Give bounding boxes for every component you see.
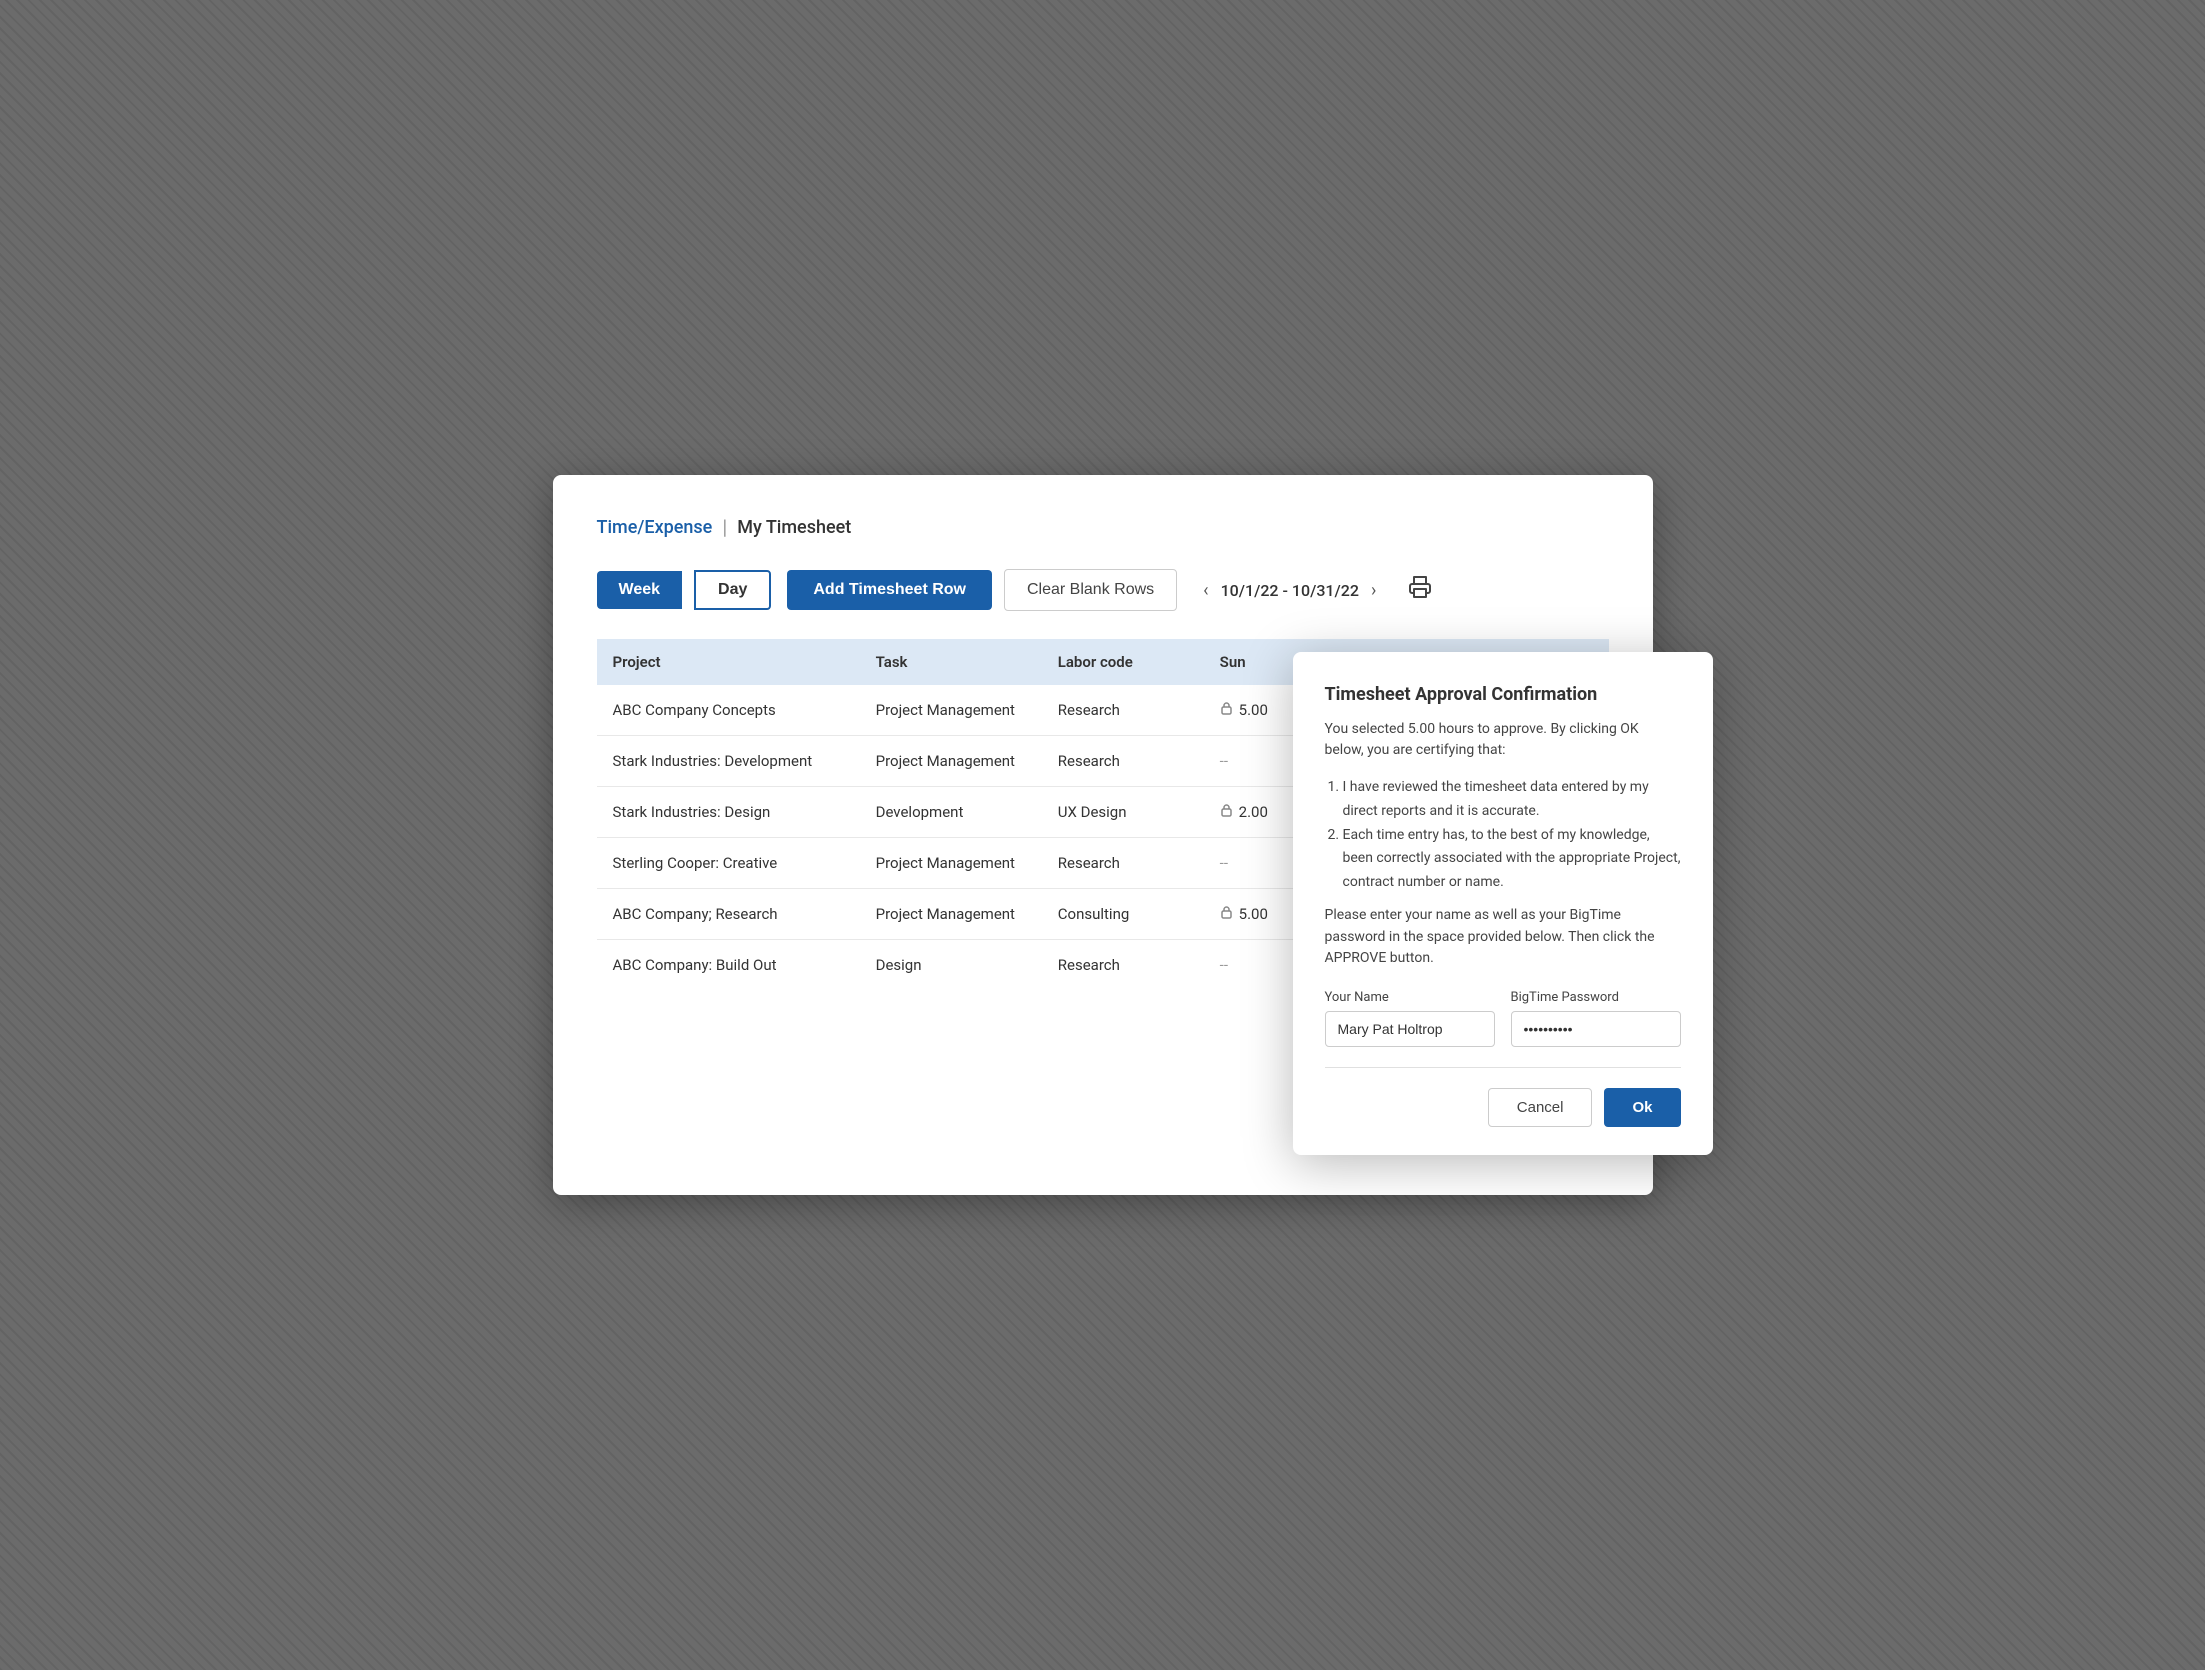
cancel-button[interactable]: Cancel xyxy=(1488,1088,1593,1127)
main-card: Time/Expense | My Timesheet Week Day Add… xyxy=(553,475,1653,1195)
dialog-fields: Your Name BigTime Password xyxy=(1325,990,1681,1047)
dialog-divider xyxy=(1325,1067,1681,1068)
your-name-label: Your Name xyxy=(1325,990,1495,1005)
dialog-actions: Cancel Ok xyxy=(1325,1088,1681,1127)
dialog-note: Please enter your name as well as your B… xyxy=(1325,905,1681,970)
dialog-overlay: Timesheet Approval Confirmation You sele… xyxy=(553,475,1653,1195)
your-name-input[interactable] xyxy=(1325,1011,1495,1047)
bigtime-password-field: BigTime Password xyxy=(1511,990,1681,1047)
dialog-list-item-2: Each time entry has, to the best of my k… xyxy=(1343,824,1681,895)
dialog-list: I have reviewed the timesheet data enter… xyxy=(1343,776,1681,895)
approval-dialog: Timesheet Approval Confirmation You sele… xyxy=(1293,652,1713,1155)
bigtime-password-input[interactable] xyxy=(1511,1011,1681,1047)
dialog-intro: You selected 5.00 hours to approve. By c… xyxy=(1325,719,1681,762)
ok-button[interactable]: Ok xyxy=(1604,1088,1680,1127)
dialog-title: Timesheet Approval Confirmation xyxy=(1325,684,1681,705)
dialog-list-item-1: I have reviewed the timesheet data enter… xyxy=(1343,776,1681,824)
your-name-field: Your Name xyxy=(1325,990,1495,1047)
bigtime-password-label: BigTime Password xyxy=(1511,990,1681,1005)
